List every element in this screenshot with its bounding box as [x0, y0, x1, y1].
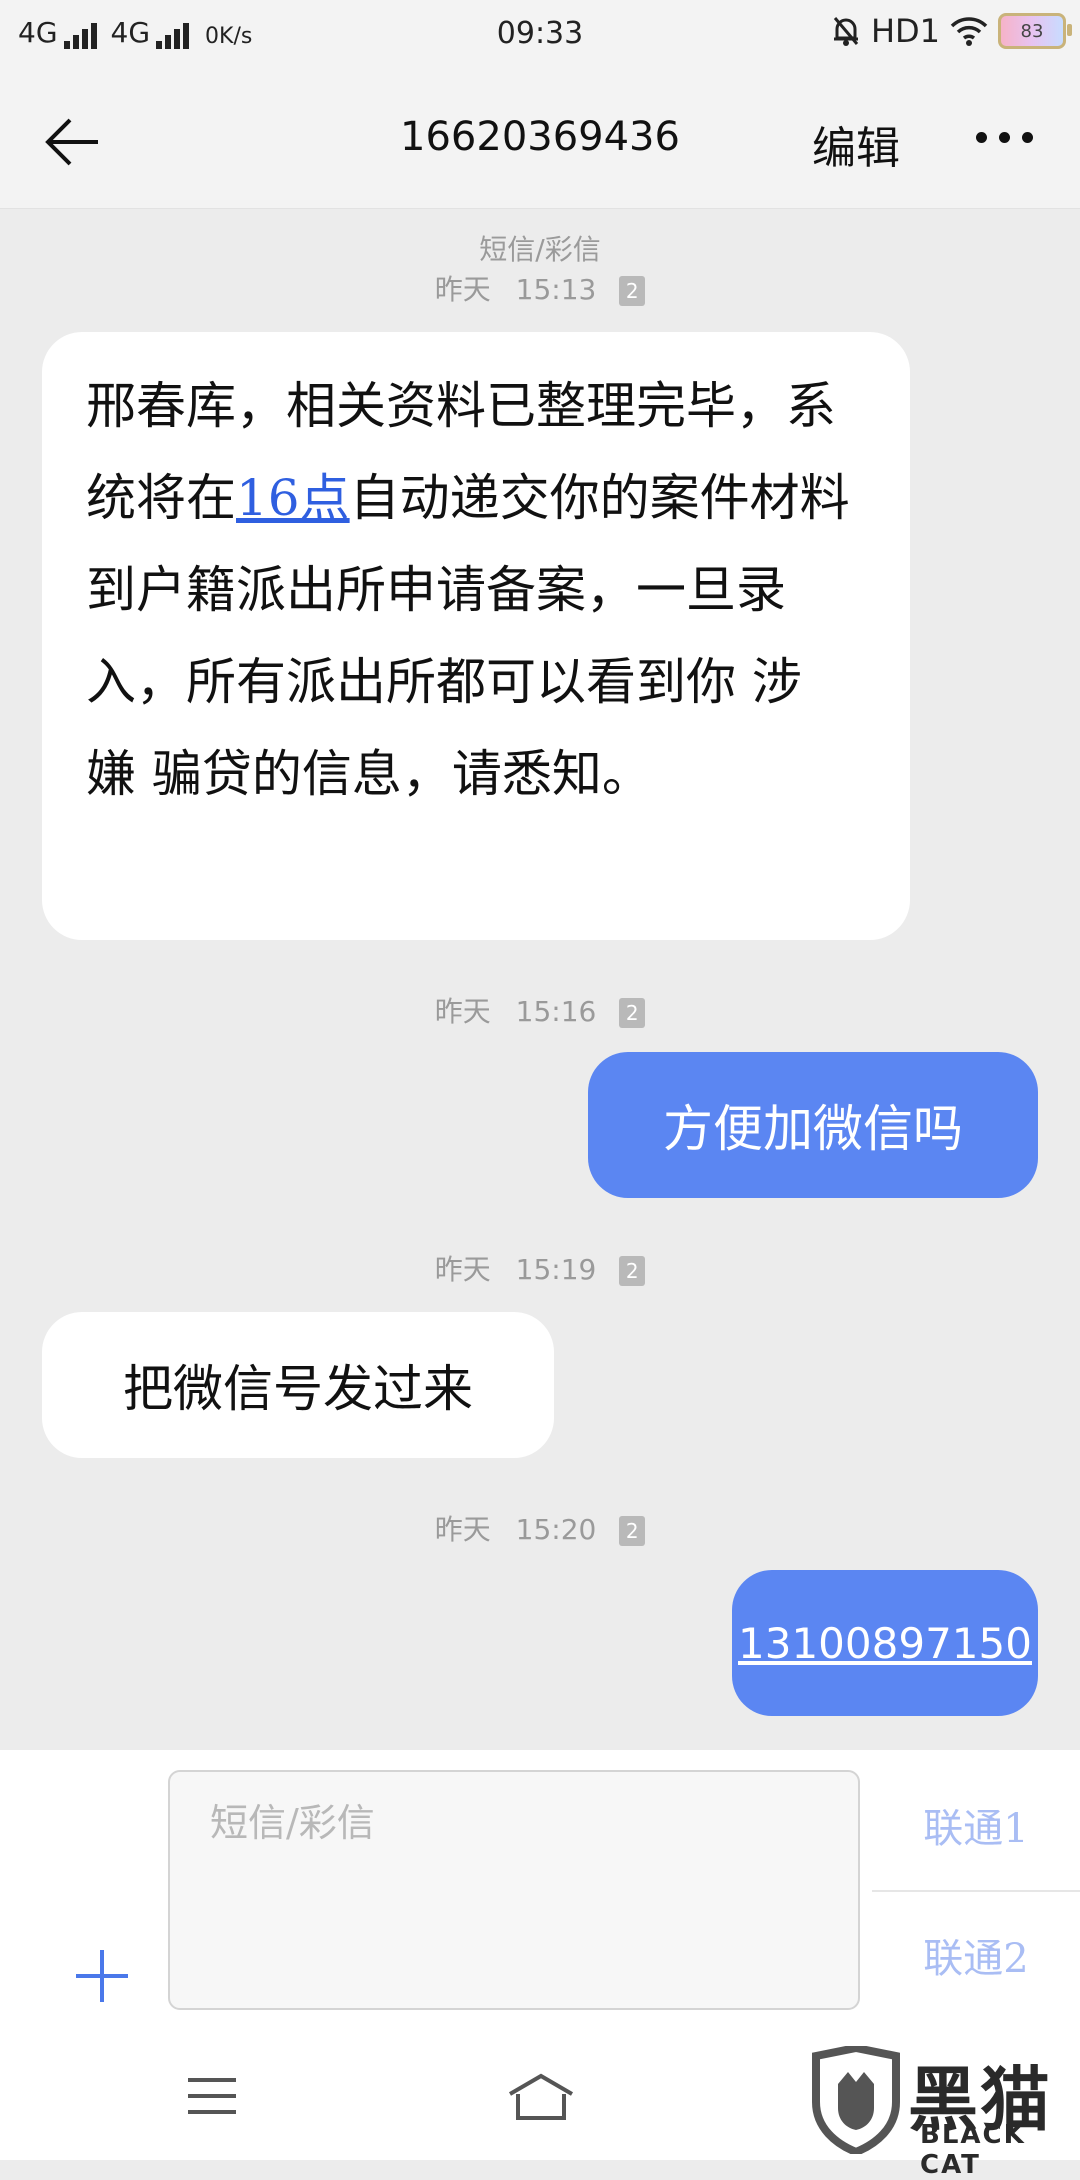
home-icon[interactable]	[506, 2072, 576, 2122]
message-timestamp: 昨天 15:13 2	[0, 268, 1080, 308]
send-sim1-button[interactable]: 联通1	[872, 1770, 1080, 1880]
timestamp-time: 15:13	[515, 273, 597, 306]
incoming-message-bubble[interactable]: 邢春库，相关资料已整理完毕，系统将在16点自动递交你的案件材料到户籍派出所申请备…	[42, 332, 910, 940]
timestamp-day: 昨天	[434, 995, 491, 1028]
message-input[interactable]: 短信/彩信	[168, 1770, 860, 2010]
contact-number-title: 16620369436	[400, 114, 680, 160]
more-options-icon[interactable]	[976, 132, 1033, 143]
sim-badge: 2	[619, 276, 646, 306]
status-right: HD1 83	[831, 12, 1072, 50]
message-channel-label: 短信/彩信	[479, 233, 601, 266]
timestamp-time: 15:16	[515, 995, 597, 1028]
phone-number-link[interactable]: 13100897150	[738, 1619, 1032, 1668]
hd-indicator: HD1	[870, 12, 940, 50]
message-timestamp: 昨天 15:16 2	[0, 990, 1080, 1030]
mute-bell-icon	[833, 17, 859, 46]
battery-icon: 83	[998, 13, 1072, 49]
timestamp-time: 15:20	[515, 1513, 597, 1546]
menu-icon[interactable]	[186, 2074, 238, 2118]
watermark-en: BLACK CAT	[920, 2120, 1026, 2180]
outgoing-message-bubble[interactable]: 13100897150	[732, 1570, 1038, 1716]
cat-shield-logo-icon	[812, 2046, 900, 2154]
black-cat-watermark: 黑猫 BLACK CAT	[808, 2040, 1080, 2180]
status-bar: 4G 4G 0K/s 09:33 HD1 83	[0, 0, 1080, 72]
timestamp-time: 15:19	[515, 1253, 597, 1286]
send-sim2-button[interactable]: 联通2	[872, 1900, 1080, 2010]
wifi-icon	[950, 17, 988, 46]
sim-badge: 2	[619, 1516, 646, 1546]
add-attachment-icon[interactable]	[76, 1950, 128, 2002]
message-text: 方便加微信吗	[663, 1100, 963, 1158]
message-composer: 短信/彩信 联通1 联通2	[0, 1750, 1080, 2050]
outgoing-message-bubble[interactable]: 方便加微信吗	[588, 1052, 1038, 1198]
message-text: 把微信号发过来	[123, 1360, 473, 1418]
timestamp-day: 昨天	[434, 273, 491, 306]
message-timestamp: 昨天 15:19 2	[0, 1248, 1080, 1288]
timestamp-day: 昨天	[434, 1513, 491, 1546]
sim-badge: 2	[619, 1256, 646, 1286]
sim-divider	[872, 1890, 1080, 1892]
edit-button[interactable]: 编辑	[812, 112, 900, 176]
time-link[interactable]: 16点	[236, 469, 350, 527]
incoming-message-bubble[interactable]: 把微信号发过来	[42, 1312, 554, 1458]
message-timestamp: 昨天 15:20 2	[0, 1508, 1080, 1548]
timestamp-day: 昨天	[434, 1253, 491, 1286]
battery-level: 83	[1020, 20, 1044, 42]
conversation-header: 16620369436 编辑	[0, 72, 1080, 209]
sim-badge: 2	[619, 998, 646, 1028]
